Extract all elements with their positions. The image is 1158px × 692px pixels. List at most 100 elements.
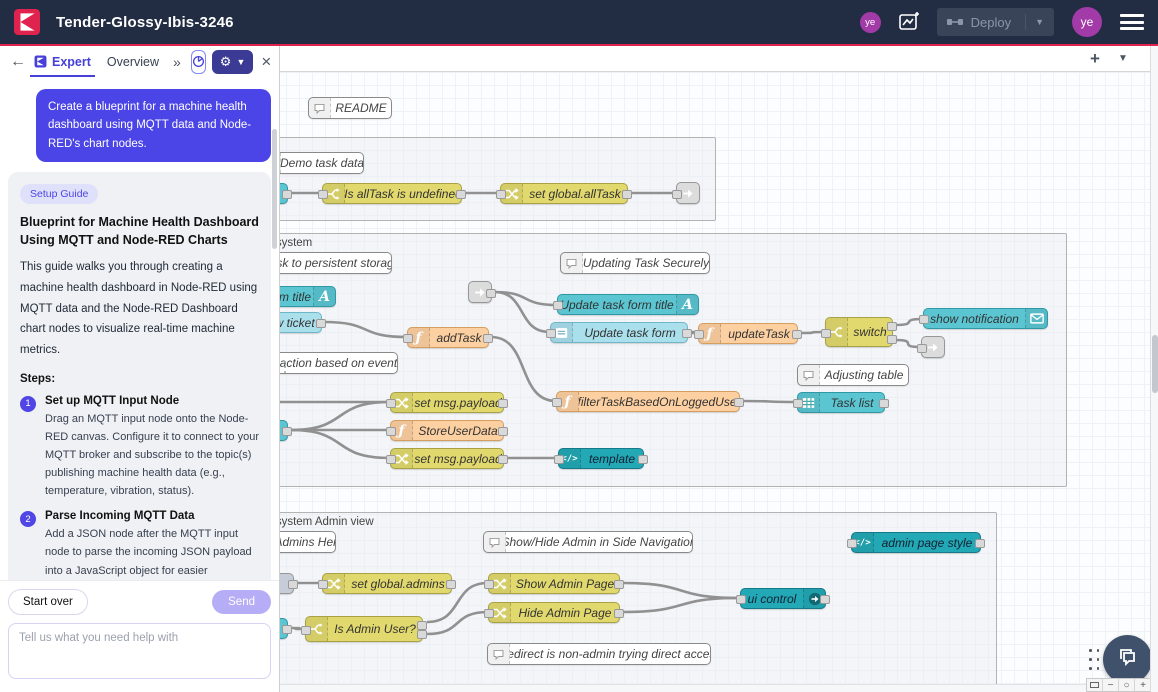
node-store-user-data-input-port[interactable] bbox=[386, 427, 396, 436]
node-demo-source-output-port[interactable] bbox=[282, 190, 292, 199]
node-update-task-form[interactable]: Update task form bbox=[550, 322, 688, 343]
node-update-task-form-title[interactable]: Update task form titleA bbox=[557, 294, 699, 315]
node-switch-input-port[interactable] bbox=[821, 329, 831, 338]
zoom-in-button[interactable]: + bbox=[1135, 679, 1150, 691]
node-update-task-form-input-port[interactable] bbox=[546, 329, 556, 338]
node-set-payload-2-output-port[interactable] bbox=[498, 455, 508, 464]
node-show-notification[interactable]: show notification bbox=[923, 308, 1048, 329]
deploy-button[interactable]: Deploy ▼ bbox=[937, 8, 1054, 36]
node-set-payload-1-output-port[interactable] bbox=[498, 399, 508, 408]
node-updatetask-input-port[interactable] bbox=[694, 330, 704, 339]
node-admin-check-source-output-port[interactable] bbox=[282, 625, 292, 634]
flowfuse-logo[interactable] bbox=[14, 9, 40, 35]
assistant-input[interactable] bbox=[8, 623, 271, 679]
node-set-global-admins-input-port[interactable] bbox=[318, 580, 328, 589]
node-set-global-admins[interactable]: set global.admins bbox=[322, 573, 452, 594]
tab-overview[interactable]: Overview bbox=[99, 46, 167, 77]
comment-redirect[interactable]: Redirect is non-admin trying direct acce… bbox=[487, 643, 711, 665]
drag-grip-icon[interactable] bbox=[1089, 649, 1101, 673]
node-set-payload-1[interactable]: set msg.payload bbox=[390, 392, 504, 413]
node-link-out-demo-input-port[interactable] bbox=[672, 190, 682, 199]
back-arrow-icon[interactable]: ← bbox=[10, 53, 26, 71]
node-switch-output-port-2[interactable] bbox=[887, 335, 897, 344]
zoom-out-button[interactable]: − bbox=[1103, 679, 1119, 691]
node-admin-page-style-output-port[interactable] bbox=[975, 539, 985, 548]
zoom-reset-button[interactable]: ○ bbox=[1119, 679, 1135, 691]
node-filter-task-output-port[interactable] bbox=[734, 398, 744, 407]
group-demo-task-data[interactable] bbox=[240, 137, 716, 221]
node-hide-admin-page-output-port[interactable] bbox=[614, 609, 624, 618]
node-task-list-input-port[interactable] bbox=[793, 399, 803, 408]
node-show-admin-page[interactable]: Show Admin Page bbox=[488, 573, 620, 594]
node-hide-admin-page[interactable]: Hide Admin Page bbox=[488, 602, 620, 623]
node-is-admin-user-output-port-2[interactable] bbox=[417, 630, 427, 639]
node-link-out-switch-input-port[interactable] bbox=[917, 344, 927, 353]
node-is-admin-user-output-port-1[interactable] bbox=[417, 621, 427, 630]
ai-canvas-icon[interactable] bbox=[897, 10, 921, 34]
node-task-list-output-port[interactable] bbox=[879, 399, 889, 408]
add-flow-button[interactable]: + bbox=[1080, 49, 1110, 69]
node-set-global-alltask-output-port[interactable] bbox=[622, 190, 632, 199]
vertical-scrollbar-thumb[interactable] bbox=[1152, 335, 1158, 393]
main-menu-icon[interactable] bbox=[1120, 11, 1144, 34]
node-show-admin-page-output-port[interactable] bbox=[614, 580, 624, 589]
node-set-payload-1-input-port[interactable] bbox=[386, 399, 396, 408]
node-admin-page-style-input-port[interactable] bbox=[847, 539, 857, 548]
node-hide-admin-page-input-port[interactable] bbox=[484, 609, 494, 618]
horizontal-scrollbar[interactable] bbox=[280, 684, 1150, 692]
node-ui-control-output-port[interactable] bbox=[820, 595, 830, 604]
tab-expert[interactable]: Expert bbox=[26, 46, 99, 77]
close-panel-icon[interactable]: × bbox=[261, 52, 271, 72]
start-over-button[interactable]: Start over bbox=[8, 589, 88, 615]
node-is-alltask-undefined-output-port[interactable] bbox=[456, 190, 466, 199]
node-update-task-form-title-input-port[interactable] bbox=[553, 301, 563, 310]
node-filter-task-input-port[interactable] bbox=[552, 398, 562, 407]
node-set-global-admins-output-port[interactable] bbox=[446, 580, 456, 589]
node-switch-output-port-1[interactable] bbox=[887, 322, 897, 331]
comment-updating-task[interactable]: Updating Task Securely bbox=[560, 252, 710, 274]
node-switch[interactable]: switch bbox=[825, 317, 893, 347]
node-admin-page-style[interactable]: </>admin page style bbox=[851, 532, 981, 553]
panel-scrollbar-thumb[interactable] bbox=[272, 129, 277, 249]
node-template-output-port[interactable] bbox=[638, 455, 648, 464]
send-button[interactable]: Send bbox=[212, 590, 271, 614]
node-is-admin-user-input-port[interactable] bbox=[301, 626, 311, 635]
node-is-alltask-undefined-input-port[interactable] bbox=[318, 190, 328, 199]
node-updatetask[interactable]: ƒupdateTask bbox=[698, 323, 798, 344]
node-updatetask-output-port[interactable] bbox=[792, 330, 802, 339]
node-link-out-switch[interactable] bbox=[921, 336, 945, 358]
deploy-dropdown-icon[interactable]: ▼ bbox=[1025, 14, 1044, 30]
node-set-global-alltask-input-port[interactable] bbox=[496, 190, 506, 199]
node-is-admin-user[interactable]: Is Admin User? bbox=[305, 616, 423, 642]
flow-list-dropdown-icon[interactable]: ▼ bbox=[1110, 53, 1136, 64]
node-link-out-demo[interactable] bbox=[676, 182, 700, 204]
node-is-alltask-undefined[interactable]: Is allTask is undefined bbox=[322, 183, 462, 204]
node-show-notification-input-port[interactable] bbox=[919, 315, 929, 324]
node-set-payload-2[interactable]: set msg.payload bbox=[390, 448, 504, 469]
node-link-in-update[interactable] bbox=[468, 281, 492, 303]
node-filter-task[interactable]: ƒfilterTaskBasedOnLoggedUser bbox=[556, 391, 740, 412]
node-addtask[interactable]: ƒaddTask bbox=[407, 327, 489, 348]
node-set-global-alltask[interactable]: set global.allTask bbox=[500, 183, 628, 204]
panel-resize-grip[interactable] bbox=[284, 358, 286, 376]
node-task-list[interactable]: Task list bbox=[797, 392, 885, 413]
node-admin-source-output-port[interactable] bbox=[288, 580, 298, 589]
node-addtask-input-port[interactable] bbox=[403, 334, 413, 343]
comment-show-hide-admin[interactable]: Show/Hide Admin in Side Navigation bbox=[483, 531, 693, 553]
node-template[interactable]: </>template bbox=[558, 448, 644, 469]
node-template-input-port[interactable] bbox=[554, 455, 564, 464]
usage-pie-button[interactable] bbox=[191, 50, 206, 74]
comment-adjusting-table[interactable]: Adjusting table bbox=[797, 364, 909, 386]
more-tabs-icon[interactable]: » bbox=[167, 54, 187, 70]
node-ui-control-input-port[interactable] bbox=[736, 595, 746, 604]
node-store-user-data[interactable]: ƒStoreUserData bbox=[390, 420, 504, 441]
node-addtask-output-port[interactable] bbox=[483, 334, 493, 343]
node-show-admin-page-input-port[interactable] bbox=[484, 580, 494, 589]
settings-button[interactable]: ⚙ ▼ bbox=[212, 50, 254, 74]
chat-fab-button[interactable] bbox=[1103, 635, 1150, 684]
node-set-payload-2-input-port[interactable] bbox=[386, 455, 396, 464]
node-ui-control[interactable]: ui control bbox=[740, 588, 826, 609]
user-avatar[interactable]: ye bbox=[1072, 7, 1102, 37]
node-store-user-data-output-port[interactable] bbox=[498, 427, 508, 436]
vertical-scrollbar[interactable] bbox=[1150, 46, 1158, 692]
